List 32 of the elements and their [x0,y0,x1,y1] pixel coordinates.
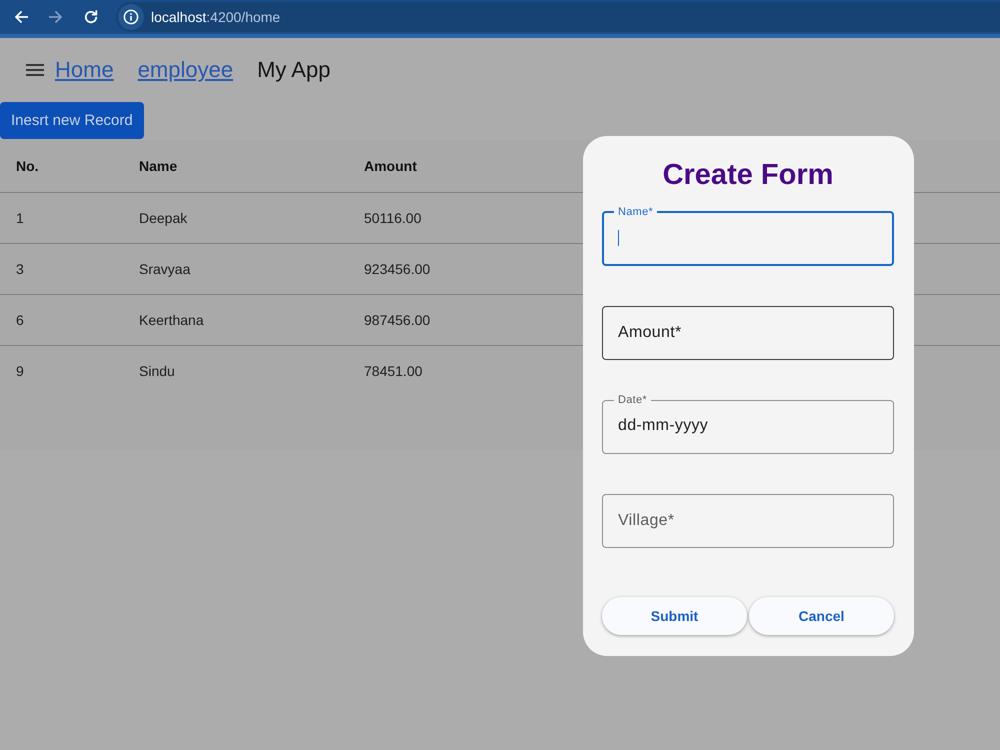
info-icon[interactable] [118,4,144,30]
table-cell: 9 [16,363,24,379]
column-header: Name [139,158,178,174]
table-cell: 3 [16,261,24,277]
table-cell: 78451.00 [364,363,422,379]
table-cell: 923456.00 [364,261,430,277]
nav-link[interactable]: employee [138,57,234,83]
reload-icon[interactable] [84,10,98,24]
address-bar[interactable]: localhost:4200/home [116,2,1000,32]
column-header: Amount [364,158,417,174]
input-field[interactable]: Village* [602,494,894,548]
nav-link[interactable]: Home [55,57,114,83]
text-cursor-icon [618,230,619,246]
table-cell: 50116.00 [364,210,422,226]
table-cell: Sravyaa [139,261,190,277]
left-arrow-icon[interactable] [14,10,28,24]
menu-icon[interactable] [26,64,44,76]
input-field[interactable]: Name* [602,206,894,266]
table-cell: 1 [16,210,24,226]
table-cell: Sindu [139,363,175,379]
insert-record-button[interactable]: Inesrt new Record [0,102,144,139]
table-cell: 987456.00 [364,312,430,328]
input-field[interactable]: Date* dd-mm-yyyy [602,394,894,454]
input-field[interactable]: Amount* [602,306,894,360]
app-title: My App [257,57,330,83]
table-cell: Keerthana [139,312,204,328]
table-cell: Deepak [139,210,188,226]
dialog-button[interactable]: Submit [602,597,747,635]
table-cell: 6 [16,312,24,328]
column-header: No. [16,158,39,174]
dialog-button[interactable]: Cancel [749,597,894,635]
dialog-title: Create Form [662,158,834,193]
